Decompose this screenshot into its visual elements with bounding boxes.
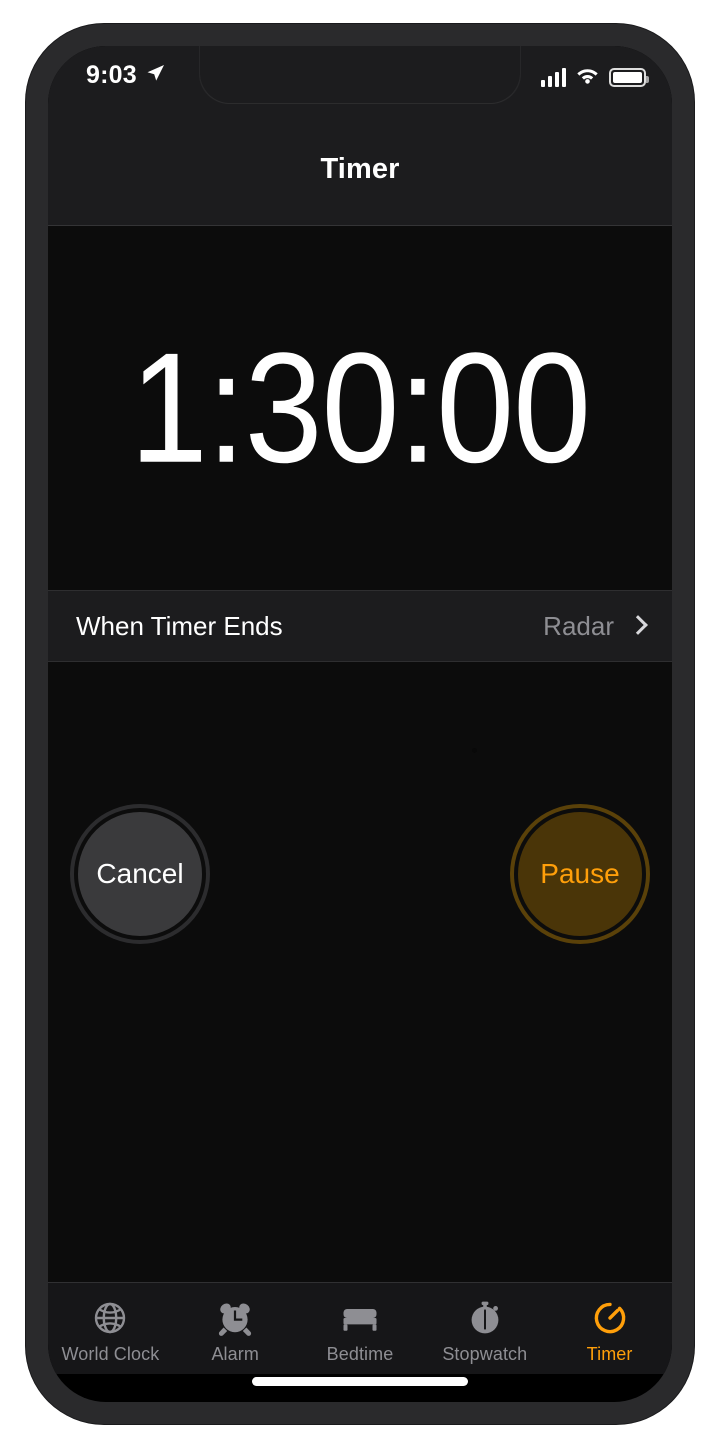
timer-controls-area: Cancel Pause	[48, 662, 672, 1282]
wifi-icon	[575, 65, 600, 89]
status-bar: 9:03	[48, 46, 672, 114]
home-indicator[interactable]	[252, 1377, 468, 1386]
timer-dial-icon	[589, 1297, 631, 1339]
screen-speck	[472, 748, 477, 753]
status-bar-clock: 9:03	[86, 61, 137, 89]
navigation-bar: Timer	[48, 114, 672, 226]
pause-button-label: Pause	[540, 858, 620, 889]
tab-timer[interactable]: Timer	[547, 1283, 672, 1374]
alarm-clock-icon	[214, 1297, 256, 1339]
cancel-button[interactable]: Cancel	[74, 808, 206, 940]
status-bar-left: 9:03	[86, 60, 166, 90]
tab-stopwatch[interactable]: Stopwatch	[422, 1283, 547, 1374]
tab-world-clock[interactable]: World Clock	[48, 1283, 173, 1374]
tab-alarm-label: Alarm	[211, 1343, 259, 1364]
pause-button[interactable]: Pause	[514, 808, 646, 940]
cellular-signal-icon	[541, 67, 566, 87]
battery-full-icon	[609, 67, 649, 87]
when-timer-ends-value: Radar	[543, 610, 614, 641]
notch	[200, 46, 520, 104]
tab-stopwatch-label: Stopwatch	[442, 1343, 528, 1364]
chevron-right-icon	[630, 614, 644, 638]
stopwatch-icon	[464, 1297, 506, 1339]
phone-screen: 9:03 Timer 1:30:00 When Timer Ends Radar…	[48, 46, 672, 1402]
tab-timer-label: Timer	[586, 1343, 633, 1364]
location-arrow-icon	[144, 62, 166, 89]
status-bar-right	[541, 65, 649, 89]
tab-bedtime[interactable]: Bedtime	[298, 1283, 423, 1374]
phone-frame: 9:03 Timer 1:30:00 When Timer Ends Radar…	[26, 24, 694, 1424]
tab-alarm[interactable]: Alarm	[173, 1283, 298, 1374]
when-timer-ends-label: When Timer Ends	[76, 610, 283, 641]
cancel-button-label: Cancel	[96, 858, 184, 889]
when-timer-ends-row[interactable]: When Timer Ends Radar	[48, 590, 672, 662]
tab-bedtime-label: Bedtime	[326, 1343, 394, 1364]
timer-readout: 1:30:00	[129, 319, 591, 496]
tab-world-clock-label: World Clock	[61, 1343, 160, 1364]
bed-icon	[339, 1297, 381, 1339]
timer-display-area: 1:30:00	[48, 226, 672, 590]
globe-icon	[89, 1297, 131, 1339]
page-title: Timer	[320, 153, 400, 185]
tab-bar: World Clock Alarm Bedtime Stopwatch Time…	[48, 1282, 672, 1374]
